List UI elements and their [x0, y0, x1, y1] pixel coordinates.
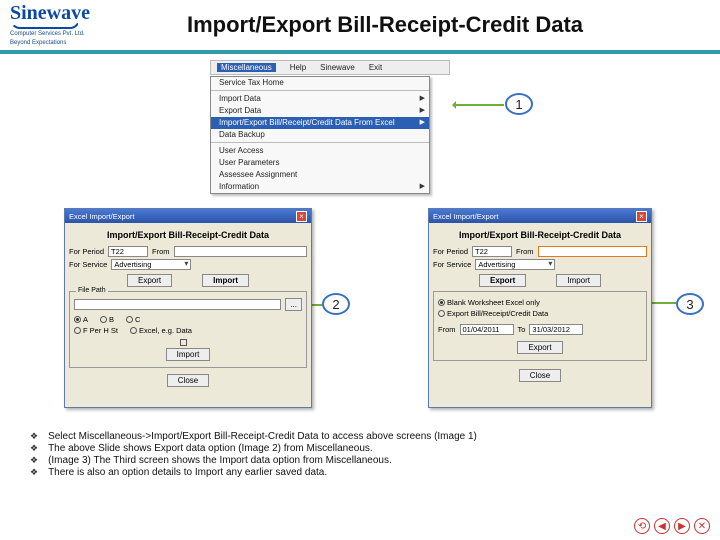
file-path-group: File Path ... A B C F Per H St Excel, e.…: [69, 291, 307, 368]
note-line: (Image 3) The Third screen shows the Imp…: [48, 455, 392, 466]
radio-c[interactable]: C: [126, 315, 140, 324]
menu-item-selected[interactable]: Import/Export Bill/Receipt/Credit Data F…: [211, 117, 429, 129]
bullet-icon: [30, 443, 38, 454]
service-dropdown[interactable]: Advertising: [475, 259, 555, 270]
from-field[interactable]: [538, 246, 647, 257]
menu-help[interactable]: Help: [290, 63, 306, 72]
service-dropdown[interactable]: Advertising: [111, 259, 191, 270]
file-path-field[interactable]: [74, 299, 281, 310]
titlebar: Excel Import/Export ×: [65, 209, 311, 223]
header-bar: Sinewave Computer Services Pvt. Ltd. Bey…: [0, 0, 720, 54]
export-toggle-button[interactable]: Export: [479, 274, 526, 287]
import-button[interactable]: Import: [166, 348, 211, 361]
leader-line-icon: [454, 104, 504, 106]
dialog-heading: Import/Export Bill-Receipt-Credit Data: [433, 230, 647, 240]
import-toggle-button[interactable]: Import: [202, 274, 249, 287]
callout-badge-3: 3: [676, 293, 704, 315]
slide-nav: ⟲ ◀ ▶ ✕: [634, 518, 710, 534]
note-line: The above Slide shows Export data option…: [48, 443, 373, 454]
radio-excel[interactable]: Excel, e.g. Data: [130, 326, 192, 335]
brand-subtitle-1: Computer Services Pvt. Ltd.: [10, 31, 120, 38]
note-line: Select Miscellaneous->Import/Export Bill…: [48, 431, 477, 442]
menu-item[interactable]: Import Data: [211, 93, 429, 105]
radio-b[interactable]: B: [100, 315, 114, 324]
bullet-icon: [30, 431, 38, 442]
label-for-period: For Period: [69, 247, 104, 256]
brand-logo: Sinewave Computer Services Pvt. Ltd. Bey…: [10, 3, 120, 46]
menu-sinewave[interactable]: Sinewave: [320, 63, 355, 72]
menu-item[interactable]: Data Backup: [211, 129, 429, 141]
window-title: Excel Import/Export: [433, 212, 498, 221]
dialog-heading: Import/Export Bill-Receipt-Credit Data: [69, 230, 307, 240]
to-date-field[interactable]: 31/03/2012: [529, 324, 583, 335]
period-field[interactable]: T22: [472, 246, 512, 257]
brand-subtitle-2: Beyond Expectations: [10, 40, 120, 47]
bullet-icon: [30, 467, 38, 478]
radio-fph[interactable]: F Per H St: [74, 326, 118, 335]
callout-badge-1: 1: [505, 93, 533, 115]
radio-export-data[interactable]: Export Bill/Receipt/Credit Data: [438, 309, 548, 318]
label-for-service: For Service: [69, 260, 107, 269]
leader-line-icon: [648, 302, 676, 304]
radio-blank-worksheet[interactable]: Blank Worksheet Excel only: [438, 298, 540, 307]
nav-next-icon[interactable]: ▶: [674, 518, 690, 534]
menu-item[interactable]: Information: [211, 181, 429, 193]
menu-item[interactable]: Service Tax Home: [211, 77, 429, 89]
nav-restart-icon[interactable]: ⟲: [634, 518, 650, 534]
dialog-export: Excel Import/Export × Import/Export Bill…: [64, 208, 312, 408]
menu-exit[interactable]: Exit: [369, 63, 382, 72]
close-button[interactable]: Close: [519, 369, 561, 382]
group-title: File Path: [76, 287, 108, 294]
menubar: Miscellaneous Help Sinewave Exit: [210, 60, 450, 75]
menu-item[interactable]: User Access: [211, 145, 429, 157]
label-to-date: To: [518, 325, 526, 334]
titlebar: Excel Import/Export ×: [429, 209, 651, 223]
export-toggle-button[interactable]: Export: [127, 274, 172, 287]
menu-item[interactable]: Export Data: [211, 105, 429, 117]
import-toggle-button[interactable]: Import: [556, 274, 601, 287]
browse-button[interactable]: ...: [285, 298, 302, 311]
close-icon[interactable]: ×: [636, 211, 647, 222]
period-field[interactable]: T22: [108, 246, 148, 257]
label-from: From: [516, 247, 534, 256]
label-for-period: For Period: [433, 247, 468, 256]
nav-prev-icon[interactable]: ◀: [654, 518, 670, 534]
page-title: Import/Export Bill-Receipt-Credit Data: [120, 12, 710, 38]
brand-name: Sinewave: [10, 3, 120, 23]
checkbox-option[interactable]: [180, 339, 189, 346]
close-icon[interactable]: ×: [296, 211, 307, 222]
menu-item[interactable]: User Parameters: [211, 157, 429, 169]
callout-badge-2: 2: [322, 293, 350, 315]
miscellaneous-dropdown: Service Tax Home Import Data Export Data…: [210, 76, 430, 194]
label-for-service: For Service: [433, 260, 471, 269]
from-field[interactable]: [174, 246, 307, 257]
note-line: There is also an option details to Impor…: [48, 467, 327, 478]
label-from-date: From: [438, 325, 456, 334]
dialog-import: Excel Import/Export × Import/Export Bill…: [428, 208, 652, 408]
menu-miscellaneous[interactable]: Miscellaneous: [217, 63, 276, 72]
top-menu-mock: Miscellaneous Help Sinewave Exit Service…: [210, 60, 470, 194]
radio-a[interactable]: A: [74, 315, 88, 324]
window-title: Excel Import/Export: [69, 212, 134, 221]
menu-separator: [211, 90, 429, 92]
bullet-icon: [30, 455, 38, 466]
export-options-group: Blank Worksheet Excel only Export Bill/R…: [433, 291, 647, 361]
menu-separator: [211, 142, 429, 144]
nav-close-icon[interactable]: ✕: [694, 518, 710, 534]
close-button[interactable]: Close: [167, 374, 209, 387]
label-from: From: [152, 247, 170, 256]
from-date-field[interactable]: 01/04/2011: [460, 324, 514, 335]
export-button[interactable]: Export: [517, 341, 562, 354]
menu-item[interactable]: Assessee Assignment: [211, 169, 429, 181]
footnotes: Select Miscellaneous->Import/Export Bill…: [30, 430, 670, 479]
